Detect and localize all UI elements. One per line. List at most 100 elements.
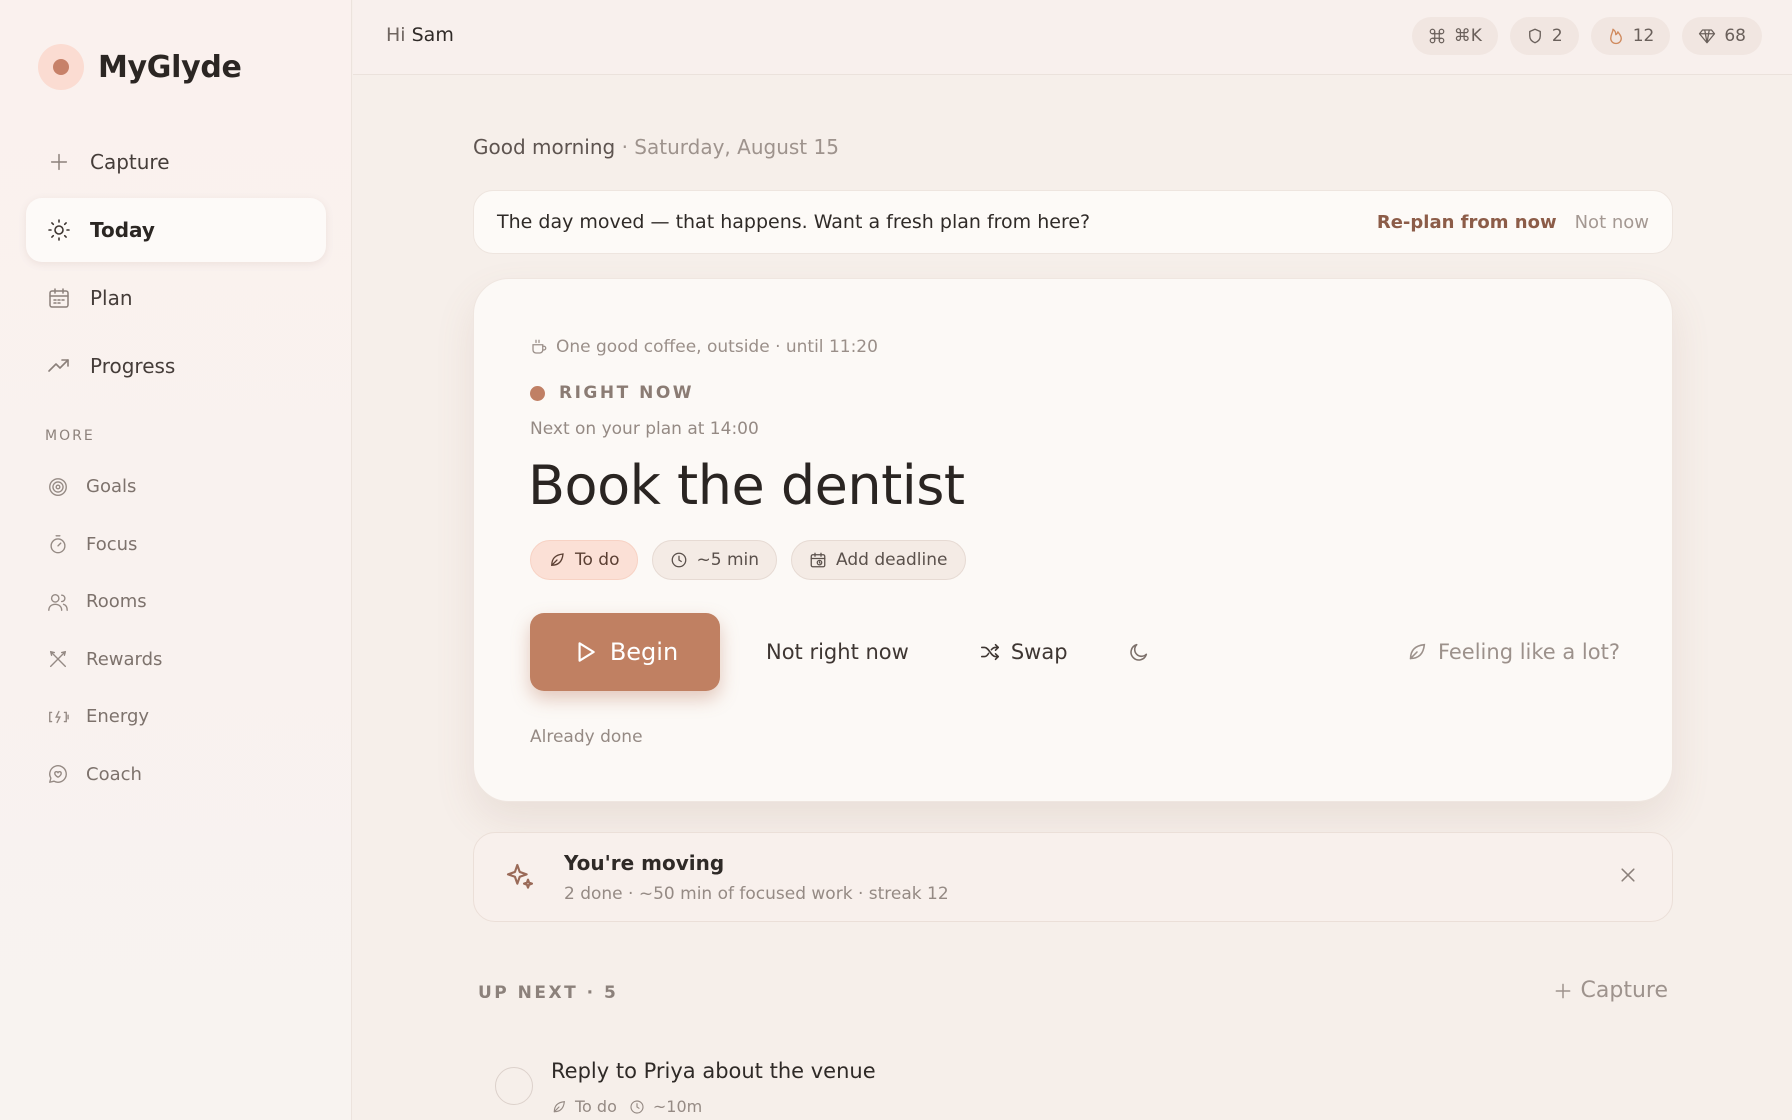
- sidebar-item-label: Goals: [86, 476, 137, 498]
- leaf-icon: [551, 553, 564, 566]
- greeting-prefix: Hi: [386, 24, 406, 46]
- not-right-now-button[interactable]: Not right now: [766, 640, 909, 664]
- clock-icon: [630, 1099, 644, 1114]
- gems-badge[interactable]: 68: [1682, 17, 1762, 55]
- top-bar: Hi Sam ⌘K 2 12 68: [353, 0, 1792, 75]
- leaf-icon: [553, 1100, 565, 1112]
- sidebar-item-label: Focus: [86, 533, 138, 555]
- timer-icon: [46, 532, 70, 556]
- task-chips: To do ~5 min Add deadline: [530, 540, 966, 580]
- sidebar-item-rooms[interactable]: Rooms: [26, 573, 326, 631]
- people-icon: [46, 590, 70, 614]
- feeling-label: Feeling like a lot?: [1437, 640, 1620, 664]
- calendar-icon: [46, 285, 72, 311]
- sidebar-item-label: Plan: [90, 286, 133, 310]
- sidebar: MyGlyde Capture Today Plan Progress MORE…: [0, 0, 352, 1120]
- sidebar-item-goals[interactable]: Goals: [26, 458, 326, 516]
- page-greeting: Good morning · Saturday, August 15: [473, 135, 839, 159]
- sparkle-icon: [506, 863, 534, 889]
- sidebar-item-capture[interactable]: Capture: [26, 130, 326, 194]
- clock-icon: [671, 552, 686, 568]
- moon-icon: [1129, 643, 1147, 661]
- swap-button[interactable]: Swap: [979, 640, 1068, 664]
- sidebar-item-label: Coach: [86, 763, 142, 785]
- sidebar-item-label: Today: [90, 218, 155, 242]
- sidebar-item-rewards[interactable]: Rewards: [26, 631, 326, 689]
- more-section-label: MORE: [45, 428, 95, 444]
- sidebar-item-progress[interactable]: Progress: [26, 334, 326, 398]
- sidebar-item-label: Rewards: [86, 648, 163, 670]
- secondary-nav: Goals Focus Rooms Rewards Energy Coach: [26, 458, 326, 803]
- sidebar-item-label: Energy: [86, 706, 150, 728]
- greeting-text: Good morning: [473, 135, 616, 159]
- list-item-status: To do: [575, 1097, 617, 1116]
- status-chip[interactable]: To do: [530, 540, 638, 580]
- right-now-label: RIGHT NOW: [530, 383, 694, 403]
- shield-icon: [1528, 28, 1541, 44]
- sidebar-item-plan[interactable]: Plan: [26, 266, 326, 330]
- leaf-icon: [1409, 643, 1426, 660]
- up-next-capture-button[interactable]: Capture: [1553, 978, 1668, 1003]
- shortcut-label: ⌘K: [1453, 26, 1482, 46]
- replan-banner: The day moved — that happens. Want a fre…: [473, 190, 1673, 254]
- flame-icon: [1609, 28, 1622, 45]
- list-item[interactable]: Reply to Priya about the venue To do ~10…: [495, 1045, 1665, 1120]
- rewards-icon: [46, 647, 70, 671]
- list-item-meta: To do ~10m: [551, 1097, 702, 1116]
- toast-title: You're moving: [564, 851, 725, 875]
- command-icon: [1429, 28, 1445, 44]
- add-deadline-chip[interactable]: Add deadline: [791, 540, 966, 580]
- add-deadline-label: Add deadline: [836, 550, 948, 570]
- replan-button[interactable]: Re-plan from now: [1377, 212, 1557, 233]
- calendar-clock-icon: [810, 552, 826, 568]
- banner-message: The day moved — that happens. Want a fre…: [497, 211, 1091, 233]
- begin-label: Begin: [609, 638, 679, 666]
- swap-label: Swap: [1010, 640, 1068, 664]
- shield-badge[interactable]: 2: [1509, 17, 1579, 55]
- gem-icon: [1699, 29, 1716, 44]
- list-item-estimate: ~10m: [652, 1097, 703, 1116]
- date-text: · Saturday, August 15: [621, 135, 839, 159]
- shuffle-icon: [980, 643, 999, 661]
- logo-mark-icon: [38, 44, 84, 90]
- dismiss-banner-button[interactable]: Not now: [1575, 212, 1649, 233]
- sidebar-item-today[interactable]: Today: [26, 198, 326, 262]
- begin-button[interactable]: Begin: [530, 613, 720, 691]
- primary-nav: Capture Today Plan Progress: [26, 130, 326, 402]
- already-done-link[interactable]: Already done: [530, 727, 643, 747]
- not-right-now-label: Not right now: [766, 640, 909, 664]
- chat-heart-icon: [46, 762, 70, 786]
- estimate-chip[interactable]: ~5 min: [651, 540, 778, 580]
- right-now-text: RIGHT NOW: [559, 383, 695, 403]
- current-task-card: One good coffee, outside · until 11:20 R…: [473, 278, 1673, 802]
- toast-subtitle: 2 done · ~50 min of focused work · strea…: [564, 884, 949, 904]
- sidebar-item-label: Capture: [90, 150, 170, 174]
- streak-badge[interactable]: 12: [1590, 17, 1671, 55]
- context-text: One good coffee, outside · until 11:20: [556, 337, 878, 357]
- coffee-cup-icon: [532, 339, 547, 354]
- target-icon: [46, 475, 70, 499]
- context-line: One good coffee, outside · until 11:20: [530, 337, 878, 357]
- sidebar-item-label: Progress: [90, 354, 176, 378]
- sun-icon: [46, 217, 72, 243]
- status-chip-label: To do: [575, 550, 620, 570]
- status-dot: [530, 385, 545, 401]
- complete-checkbox[interactable]: [495, 1067, 533, 1105]
- sidebar-item-label: Rooms: [86, 591, 147, 613]
- feeling-like-a-lot-button[interactable]: Feeling like a lot?: [1406, 640, 1620, 664]
- up-next-label: UP NEXT · 5: [478, 983, 619, 1003]
- plus-icon: [1555, 983, 1570, 998]
- app-logo[interactable]: MyGlyde: [38, 44, 242, 90]
- snooze-moon-button[interactable]: [1128, 641, 1150, 663]
- progress-toast: You're moving 2 done · ~50 min of focuse…: [473, 832, 1673, 922]
- close-icon[interactable]: [1618, 865, 1638, 885]
- gem-count: 68: [1724, 26, 1746, 46]
- header-stats: ⌘K 2 12 68: [1411, 17, 1762, 55]
- sidebar-item-coach[interactable]: Coach: [26, 746, 326, 804]
- sidebar-item-focus[interactable]: Focus: [26, 516, 326, 574]
- capture-label: Capture: [1580, 978, 1668, 1003]
- sidebar-item-energy[interactable]: Energy: [26, 688, 326, 746]
- command-palette-button[interactable]: ⌘K: [1411, 17, 1498, 55]
- app-name: MyGlyde: [98, 49, 242, 85]
- trend-icon: [46, 353, 72, 379]
